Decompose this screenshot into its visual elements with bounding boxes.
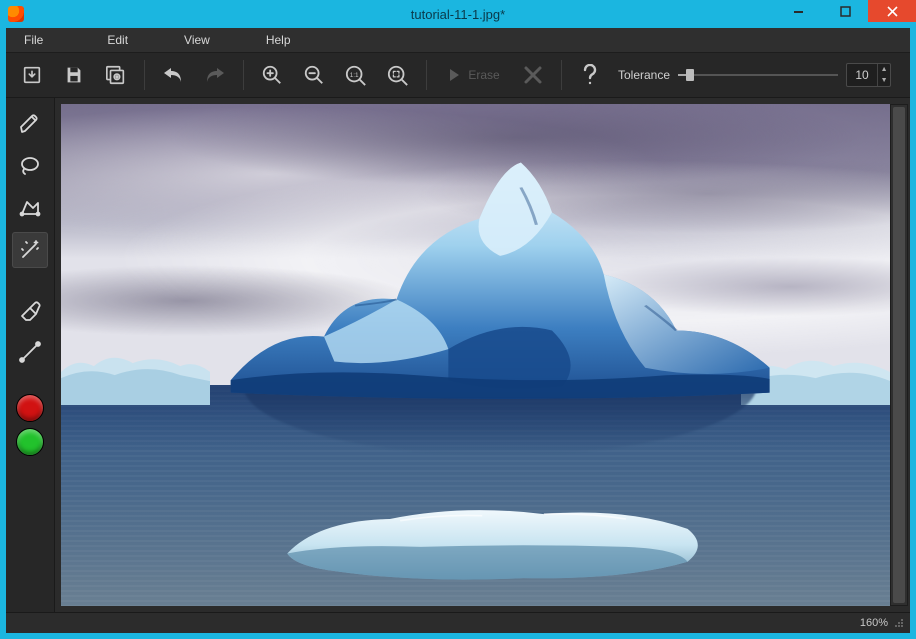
- toolbar-separator: [243, 60, 244, 90]
- save-button[interactable]: [54, 58, 94, 92]
- zoom-actual-button[interactable]: 1:1: [336, 58, 376, 92]
- erase-label: Erase: [468, 68, 499, 82]
- tolerance-label: Tolerance: [618, 68, 670, 82]
- iceberg-illustration: [210, 144, 790, 405]
- maximize-button[interactable]: [822, 0, 868, 22]
- undo-button[interactable]: [153, 58, 193, 92]
- toolbar-separator: [426, 60, 427, 90]
- close-button[interactable]: [868, 0, 916, 22]
- eraser-tool[interactable]: [12, 292, 48, 328]
- canvas-area: [55, 98, 910, 612]
- minimize-button[interactable]: [776, 0, 822, 22]
- ice-floe-illustration: [277, 496, 708, 586]
- line-tool[interactable]: [12, 334, 48, 370]
- erase-button[interactable]: Erase: [435, 58, 511, 92]
- app-icon: [8, 6, 24, 22]
- svg-text:1:1: 1:1: [350, 72, 359, 79]
- tolerance-down[interactable]: ▼: [878, 75, 890, 86]
- preview-button[interactable]: [96, 58, 136, 92]
- zoom-in-button[interactable]: [252, 58, 292, 92]
- tolerance-slider[interactable]: [678, 68, 838, 82]
- toolbar-separator: [561, 60, 562, 90]
- window-controls: [776, 0, 916, 22]
- polygon-tool[interactable]: [12, 190, 48, 226]
- tolerance-value: 10: [847, 68, 877, 82]
- tolerance-spinbox[interactable]: 10 ▲ ▼: [846, 63, 891, 87]
- statusbar: 160%: [6, 612, 910, 633]
- resize-grip-icon[interactable]: [894, 618, 904, 628]
- foreground-color[interactable]: [16, 394, 44, 422]
- help-button[interactable]: [570, 58, 610, 92]
- lasso-tool[interactable]: [12, 148, 48, 184]
- workspace: [6, 98, 910, 612]
- menu-file[interactable]: File: [6, 28, 79, 52]
- zoom-level: 160%: [860, 617, 888, 629]
- magic-wand-tool[interactable]: [12, 232, 48, 268]
- document-image: [61, 104, 890, 606]
- titlebar[interactable]: tutorial-11-1.jpg*: [0, 0, 916, 28]
- open-button[interactable]: [12, 58, 52, 92]
- app-body: File Edit View Help 1:1: [6, 28, 910, 633]
- side-toolbar: [6, 98, 55, 612]
- toolbar: 1:1 Erase Tolerance 10 ▲ ▼: [6, 53, 910, 98]
- toolbar-separator: [144, 60, 145, 90]
- marker-tool[interactable]: [12, 106, 48, 142]
- canvas-viewport[interactable]: [61, 104, 890, 606]
- cancel-button[interactable]: [513, 58, 553, 92]
- zoom-out-button[interactable]: [294, 58, 334, 92]
- menubar: File Edit View Help: [6, 28, 910, 53]
- zoom-fit-button[interactable]: [378, 58, 418, 92]
- background-color[interactable]: [16, 428, 44, 456]
- redo-button[interactable]: [195, 58, 235, 92]
- tolerance-control: Tolerance 10 ▲ ▼: [618, 63, 891, 87]
- menu-view[interactable]: View: [156, 28, 238, 52]
- tolerance-up[interactable]: ▲: [878, 64, 890, 75]
- vertical-scrollbar[interactable]: [890, 104, 908, 606]
- menu-edit[interactable]: Edit: [79, 28, 156, 52]
- menu-help[interactable]: Help: [238, 28, 319, 52]
